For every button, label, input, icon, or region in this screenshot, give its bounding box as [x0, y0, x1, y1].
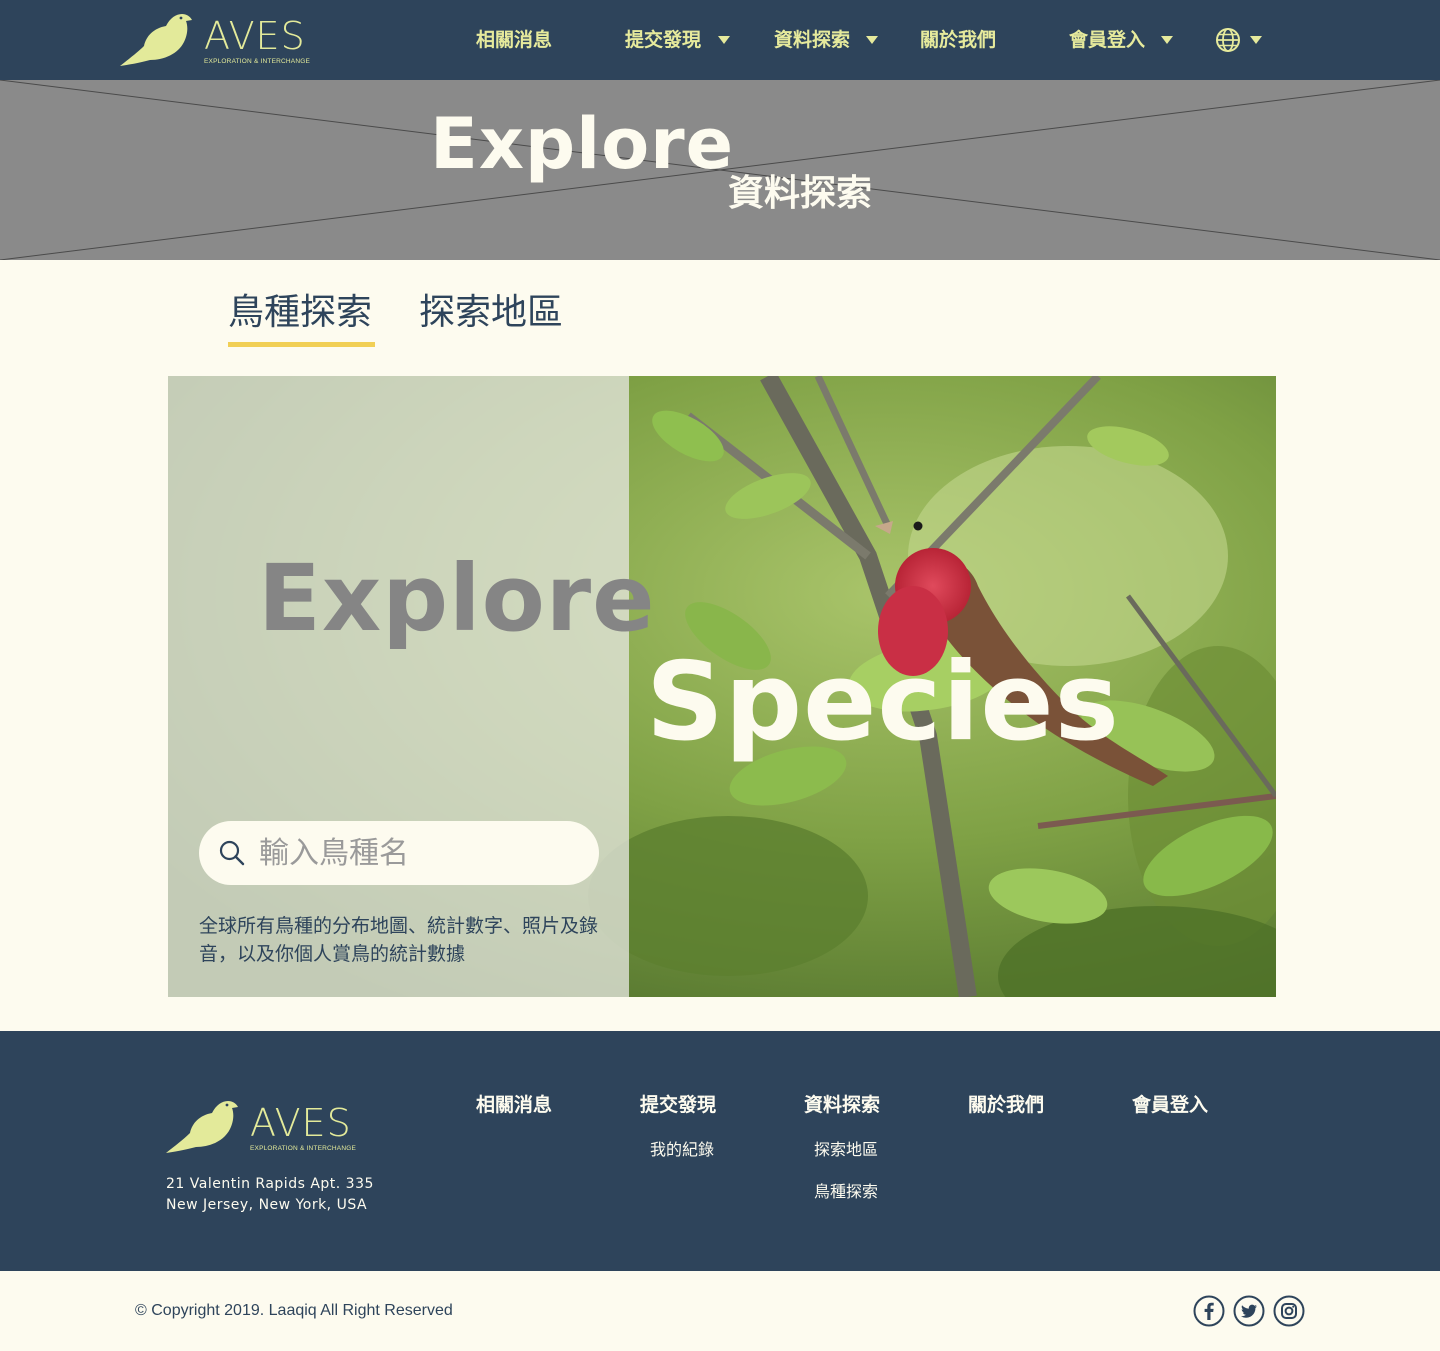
search-icon: [219, 840, 245, 866]
instagram-icon[interactable]: [1273, 1295, 1305, 1327]
hero-section: Explore Species 全球所有鳥種的分布地圖、統計數字、照片及錄音，以…: [168, 376, 1276, 997]
footer-link-news[interactable]: 相關消息: [476, 1093, 552, 1117]
site-logo[interactable]: AVES EXPLORATION & INTERCHANGE: [120, 12, 310, 70]
address-line: 21 Valentin Rapids Apt. 335: [166, 1176, 374, 1192]
footer-link-submit[interactable]: 提交發現: [640, 1093, 716, 1117]
footer-address: 21 Valentin Rapids Apt. 335 New Jersey, …: [166, 1174, 374, 1216]
page-banner: Explore 資料探索: [0, 80, 1440, 260]
chevron-down-icon[interactable]: [718, 36, 730, 44]
tab-region-explore[interactable]: 探索地區: [419, 290, 563, 336]
footer-link-login[interactable]: 會員登入: [1132, 1093, 1208, 1117]
nav-item-explore[interactable]: 資料探索: [774, 28, 850, 52]
chevron-down-icon[interactable]: [1250, 36, 1262, 44]
bird-logo-icon: [120, 14, 192, 66]
banner-title: Explore: [430, 103, 735, 185]
chevron-down-icon[interactable]: [866, 36, 878, 44]
nav-item-about[interactable]: 關於我們: [920, 28, 996, 52]
logo-wordmark: AVES: [204, 14, 306, 58]
chevron-down-icon[interactable]: [1161, 36, 1173, 44]
hero-title-explore: Explore: [258, 545, 656, 652]
footer-link-species-explore[interactable]: 鳥種探索: [814, 1182, 878, 1202]
footer-logo[interactable]: AVES EXPLORATION & INTERCHANGE: [166, 1099, 356, 1157]
globe-icon[interactable]: [1215, 27, 1241, 53]
logo-tagline: EXPLORATION & INTERCHANGE: [250, 1145, 357, 1152]
footer-link-region-explore[interactable]: 探索地區: [814, 1140, 878, 1160]
species-search-box[interactable]: [199, 821, 599, 885]
active-tab-indicator: [228, 342, 375, 347]
copyright-text: © Copyright 2019. Laaqiq All Right Reser…: [135, 1302, 453, 1319]
address-line: New Jersey, New York, USA: [166, 1197, 368, 1213]
tab-species-explore[interactable]: 鳥種探索: [228, 290, 372, 336]
nav-item-submit[interactable]: 提交發現: [625, 28, 701, 52]
facebook-icon[interactable]: [1193, 1295, 1225, 1327]
hero-title-species: Species: [646, 640, 1120, 765]
twitter-icon[interactable]: [1233, 1295, 1265, 1327]
hero-left-panel: [168, 376, 629, 997]
footer-link-about[interactable]: 關於我們: [968, 1093, 1044, 1117]
species-search-input[interactable]: [259, 831, 579, 875]
bottom-bar: © Copyright 2019. Laaqiq All Right Reser…: [0, 1271, 1440, 1351]
logo-tagline: EXPLORATION & INTERCHANGE: [204, 58, 311, 65]
site-footer: AVES EXPLORATION & INTERCHANGE 21 Valent…: [0, 1031, 1440, 1271]
logo-wordmark: AVES: [250, 1101, 352, 1145]
footer-link-my-records[interactable]: 我的紀錄: [650, 1140, 714, 1160]
hero-description: 全球所有鳥種的分布地圖、統計數字、照片及錄音，以及你個人賞鳥的統計數據: [199, 915, 599, 965]
nav-item-login[interactable]: 會員登入: [1069, 28, 1145, 52]
bird-logo-icon: [166, 1101, 238, 1153]
banner-subtitle: 資料探索: [728, 173, 873, 214]
site-header: AVES EXPLORATION & INTERCHANGE 相關消息 提交發現…: [0, 0, 1440, 80]
nav-item-news[interactable]: 相關消息: [476, 28, 552, 52]
footer-link-explore[interactable]: 資料探索: [804, 1093, 880, 1117]
